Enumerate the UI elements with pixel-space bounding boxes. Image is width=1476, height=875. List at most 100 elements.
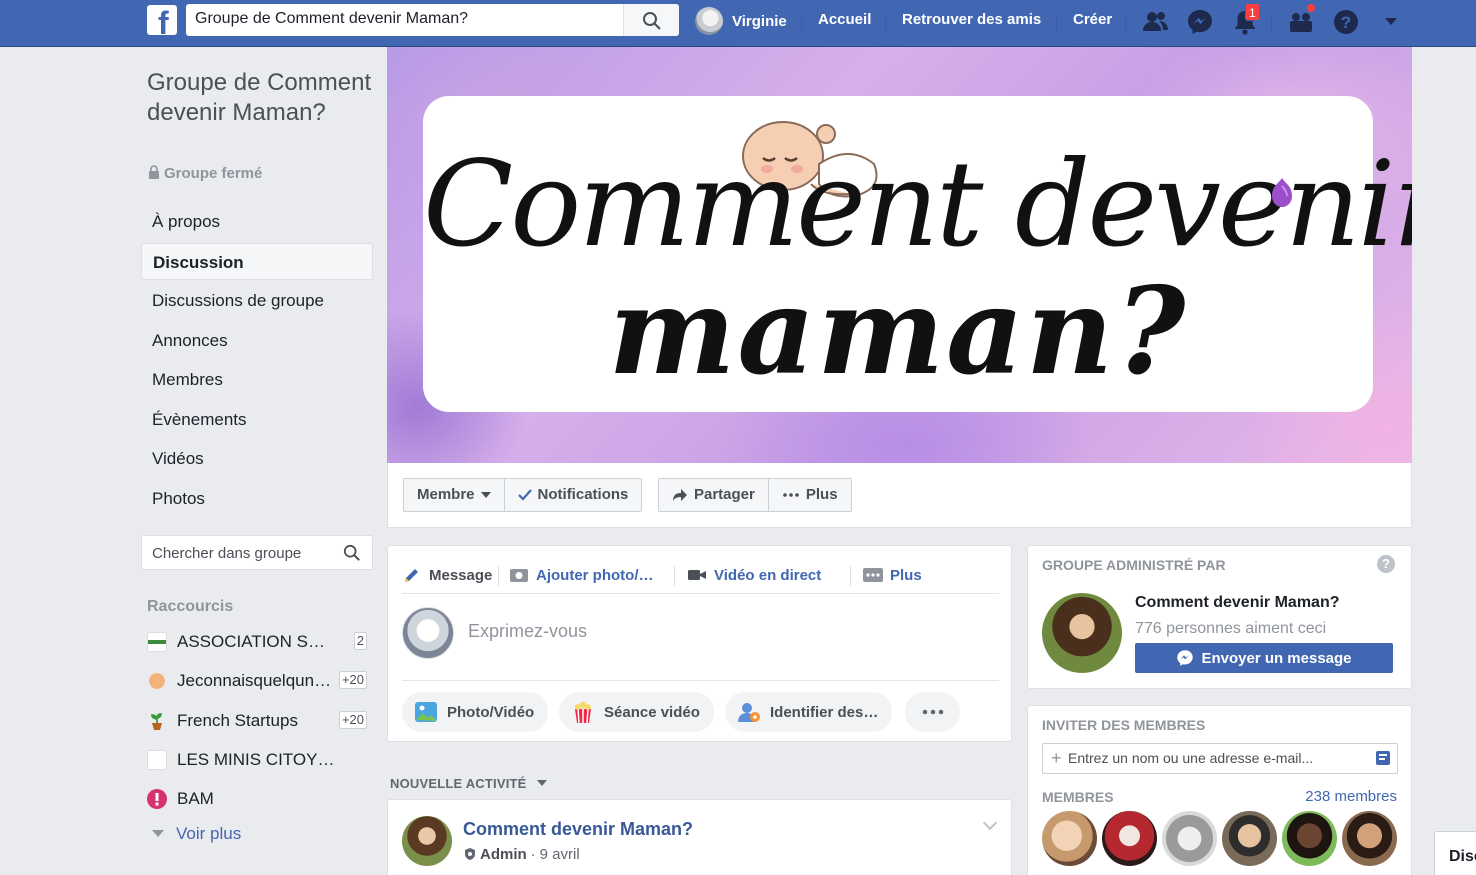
tab-message[interactable]: Message bbox=[402, 556, 492, 594]
help-icon[interactable]: ? bbox=[1377, 555, 1395, 573]
nav-find-friends-link[interactable]: Retrouver des amis bbox=[902, 11, 1041, 28]
tab-add-photo[interactable]: Ajouter photo/… bbox=[509, 556, 653, 594]
sidebar-item-events[interactable]: Évènements bbox=[141, 401, 373, 438]
quick-help-people-icon[interactable] bbox=[1287, 2, 1317, 36]
nav-home-link[interactable]: Accueil bbox=[818, 11, 871, 28]
shortcut-item[interactable]: ASSOCIATION SUPPORT 2 bbox=[147, 630, 369, 654]
tab-more[interactable]: Plus bbox=[863, 556, 922, 594]
more-dots-icon bbox=[863, 568, 883, 582]
tab-live-video[interactable]: Vidéo en direct bbox=[687, 556, 821, 594]
friend-requests-icon[interactable] bbox=[1142, 8, 1170, 36]
avatar[interactable] bbox=[1342, 811, 1397, 866]
nav-divider bbox=[801, 13, 802, 33]
post-date[interactable]: 9 avril bbox=[540, 846, 580, 863]
admin-page-name[interactable]: Comment devenir Maman? bbox=[1135, 594, 1339, 612]
chevron-down-icon bbox=[536, 780, 547, 786]
plus-icon: + bbox=[1051, 748, 1062, 768]
avatar[interactable] bbox=[1282, 811, 1337, 866]
top-navigation-bar: f Groupe de Comment devenir Maman? Virgi… bbox=[0, 0, 1476, 47]
nav-divider bbox=[1125, 13, 1126, 33]
ellipsis-icon bbox=[922, 709, 943, 715]
profile-link[interactable]: Virginie bbox=[695, 6, 787, 36]
sidebar-item-photos[interactable]: Photos bbox=[141, 480, 373, 517]
account-menu-chevron-down-icon[interactable] bbox=[1379, 8, 1407, 36]
avatar[interactable] bbox=[1102, 811, 1157, 866]
nav-create-link[interactable]: Créer bbox=[1073, 11, 1112, 28]
composer-input[interactable]: Exprimez-vous bbox=[468, 621, 587, 642]
group-sidebar-nav: À propos Discussion Discussions de group… bbox=[141, 203, 373, 519]
lock-icon bbox=[149, 165, 159, 179]
notifications-button[interactable]: Notifications bbox=[503, 479, 642, 511]
nav-divider bbox=[1056, 13, 1057, 33]
notifications-badge: 1 bbox=[1245, 3, 1260, 21]
admin-page-likes: 776 personnes aiment ceci bbox=[1135, 620, 1327, 637]
hand-icon bbox=[147, 671, 167, 691]
search-button[interactable] bbox=[623, 4, 679, 36]
shortcut-item[interactable]: Jeconnaisquelqundequi +20 bbox=[147, 669, 369, 693]
sidebar-item-group-chats[interactable]: Discussions de groupe bbox=[141, 282, 373, 319]
post-author-link[interactable]: Comment devenir Maman? bbox=[463, 819, 693, 840]
avatar bbox=[402, 607, 454, 659]
notifications-bell-icon[interactable]: 1 bbox=[1231, 3, 1260, 36]
search-icon bbox=[643, 12, 661, 30]
membership-button-group: Membre Notifications bbox=[403, 478, 643, 512]
plant-pot-icon bbox=[147, 711, 167, 731]
avatar[interactable] bbox=[1042, 811, 1097, 866]
post-options-chevron-icon[interactable] bbox=[982, 815, 998, 831]
shortcut-count: +20 bbox=[338, 711, 367, 729]
sidebar-item-about[interactable]: À propos bbox=[141, 203, 373, 240]
shortcut-item[interactable]: LES MINIS CITOYENS bbox=[147, 748, 369, 772]
avatar[interactable] bbox=[1222, 811, 1277, 866]
popcorn-icon bbox=[575, 701, 591, 724]
sidebar-item-members[interactable]: Membres bbox=[141, 361, 373, 398]
group-search-placeholder: Chercher dans groupe bbox=[152, 545, 302, 562]
global-search-input[interactable]: Groupe de Comment devenir Maman? bbox=[186, 4, 679, 36]
avatar[interactable] bbox=[1042, 593, 1122, 673]
feed-sort-dropdown[interactable]: NOUVELLE ACTIVITÉ bbox=[390, 776, 547, 791]
composer-more-button[interactable] bbox=[905, 692, 960, 732]
post-author-role: Admin bbox=[480, 846, 527, 863]
see-more-link[interactable]: Voir plus bbox=[152, 824, 241, 844]
tag-people-icon bbox=[738, 703, 760, 722]
group-cover-photo[interactable]: Comment devenir maman? bbox=[387, 47, 1412, 463]
avatar[interactable] bbox=[1162, 811, 1217, 866]
watch-party-button[interactable]: Séance vidéo bbox=[559, 692, 714, 732]
feed-post: Comment devenir Maman? Admin · 9 avril bbox=[387, 799, 1012, 875]
ellipsis-icon bbox=[783, 493, 799, 497]
group-action-bar: Membre Notifications Partager Plus bbox=[387, 463, 1412, 528]
help-icon[interactable]: ? bbox=[1332, 8, 1360, 36]
pencil-icon bbox=[405, 569, 418, 582]
share-button-group: Partager Plus bbox=[658, 478, 852, 512]
shortcut-item[interactable]: French Startups +20 bbox=[147, 709, 369, 733]
shortcut-item[interactable]: BAM bbox=[147, 787, 369, 811]
avatar[interactable] bbox=[402, 816, 452, 866]
facebook-logo-icon[interactable]: f bbox=[147, 5, 177, 35]
exclamation-icon bbox=[147, 789, 167, 809]
invite-card-title: INVITER DES MEMBRES bbox=[1042, 717, 1206, 733]
chat-sidebar-tab[interactable]: Discussion bbox=[1434, 831, 1476, 875]
sidebar-item-videos[interactable]: Vidéos bbox=[141, 440, 373, 477]
group-admin-card: GROUPE ADMINISTRÉ PAR ? Comment devenir … bbox=[1027, 545, 1412, 689]
send-message-button[interactable]: Envoyer un message bbox=[1135, 643, 1393, 673]
messenger-icon[interactable] bbox=[1186, 8, 1214, 36]
more-options-button[interactable]: Plus bbox=[767, 479, 851, 511]
tulip-icon bbox=[1272, 178, 1292, 207]
search-value: Groupe de Comment devenir Maman? bbox=[195, 10, 469, 27]
tag-people-button[interactable]: Identifier des… bbox=[725, 692, 893, 732]
group-privacy-status: Groupe fermé bbox=[148, 165, 262, 182]
shortcut-count: +20 bbox=[338, 671, 367, 689]
members-label: MEMBRES bbox=[1042, 789, 1114, 805]
members-count-link[interactable]: 238 membres bbox=[1305, 788, 1397, 805]
sidebar-item-discussion[interactable]: Discussion bbox=[141, 242, 373, 280]
member-avatars bbox=[1042, 811, 1402, 866]
group-search-input[interactable]: Chercher dans groupe bbox=[141, 535, 373, 570]
photo-video-button[interactable]: Photo/Vidéo bbox=[402, 692, 549, 732]
invite-members-input[interactable]: + Entrez un nom ou une adresse e-mail... bbox=[1042, 743, 1398, 774]
share-button[interactable]: Partager bbox=[659, 479, 768, 511]
group-title[interactable]: Groupe de Comment devenir Maman? bbox=[147, 68, 377, 128]
sidebar-item-announcements[interactable]: Annonces bbox=[141, 322, 373, 359]
member-dropdown-button[interactable]: Membre bbox=[404, 479, 504, 511]
nav-divider bbox=[1271, 13, 1272, 33]
mini-citizens-logo-icon bbox=[147, 750, 167, 770]
new-activity-dot bbox=[1305, 2, 1317, 14]
